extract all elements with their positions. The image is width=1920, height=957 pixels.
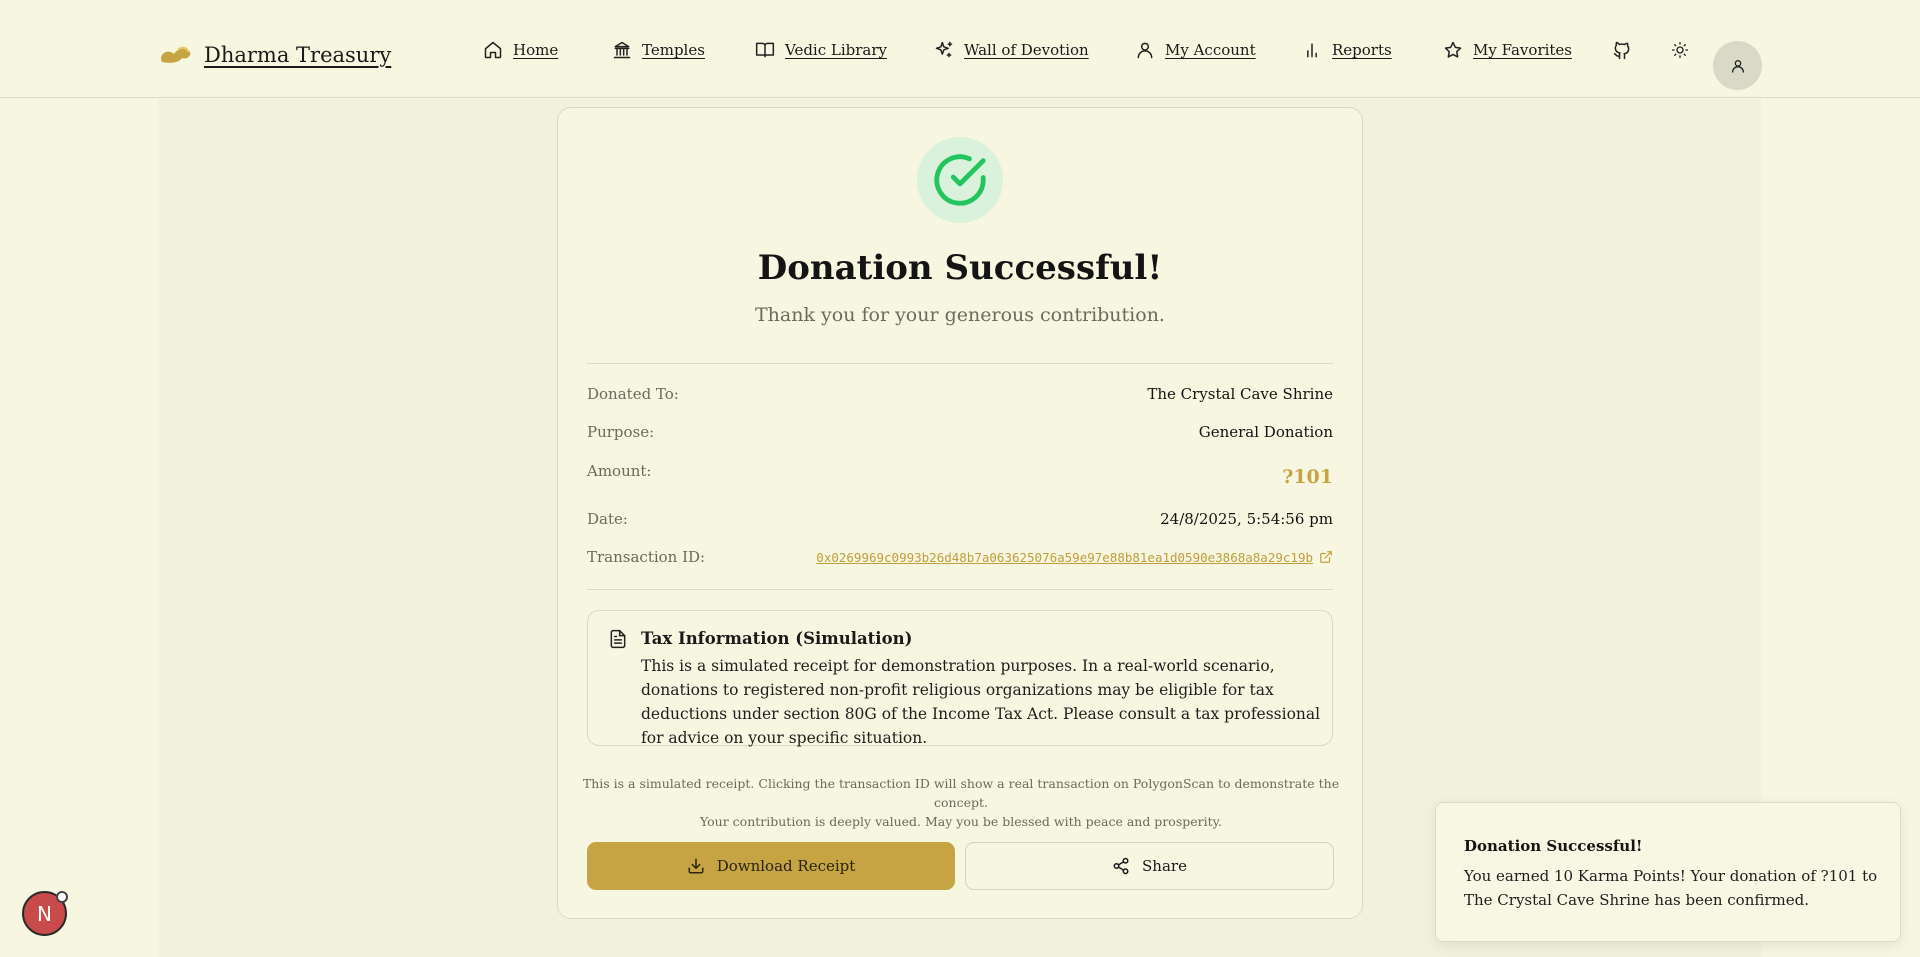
nav-item-my-favorites[interactable]: My Favorites: [1443, 40, 1572, 60]
book-icon: [755, 42, 775, 58]
star-icon: [1444, 41, 1462, 58]
divider: [587, 363, 1333, 364]
nav-label-my-account[interactable]: My Account: [1165, 41, 1256, 59]
amount-row: Amount: ?101: [587, 462, 1333, 488]
dev-badge-letter: N: [37, 901, 52, 926]
page-subtitle: Thank you for your generous contribution…: [755, 304, 1165, 326]
success-badge: [917, 137, 1003, 223]
nav-label-home[interactable]: Home: [513, 41, 558, 59]
dev-badge-indicator: [56, 891, 68, 903]
github-button[interactable]: [1610, 38, 1634, 62]
download-icon: [688, 858, 704, 874]
brand-logo-icon: [161, 46, 191, 63]
transaction-id-value[interactable]: 0x0269969c0993b26d48b7a063625076a59e97e8…: [816, 550, 1313, 565]
amount-value: ?101: [1282, 466, 1333, 488]
nav-item-temples[interactable]: Temples: [612, 40, 705, 60]
user-avatar-button[interactable]: [1713, 41, 1762, 90]
brand-name[interactable]: Dharma Treasury: [204, 43, 391, 67]
donated-to-row: Donated To: The Crystal Cave Shrine: [587, 385, 1333, 403]
nav-item-vedic-library[interactable]: Vedic Library: [755, 40, 887, 60]
date-row: Date: 24/8/2025, 5:54:56 pm: [587, 510, 1333, 528]
user-icon: [1137, 42, 1153, 59]
sun-icon: [1671, 41, 1689, 59]
receipt-footnote: This is a simulated receipt. Clicking th…: [578, 774, 1344, 831]
nav-item-my-account[interactable]: My Account: [1135, 40, 1256, 60]
donated-to-label: Donated To:: [587, 385, 679, 403]
purpose-label: Purpose:: [587, 423, 655, 441]
nav-item-home[interactable]: Home: [483, 40, 558, 60]
purpose-value: General Donation: [1198, 423, 1333, 441]
download-receipt-button[interactable]: Download Receipt: [587, 842, 955, 890]
footnote-line-2: Your contribution is deeply valued. May …: [699, 814, 1222, 829]
nav-label-temples[interactable]: Temples: [642, 41, 705, 59]
nav-label-vedic-library[interactable]: Vedic Library: [785, 41, 887, 59]
sparkles-icon: [935, 41, 953, 58]
purpose-row: Purpose: General Donation: [587, 423, 1333, 441]
tax-info-title: Tax Information (Simulation): [641, 629, 913, 648]
receipt-card: Donation Successful! Thank you for your …: [557, 107, 1363, 919]
nav-label-my-favorites[interactable]: My Favorites: [1473, 41, 1572, 59]
share-label[interactable]: Share: [1142, 857, 1187, 875]
document-icon: [610, 629, 626, 649]
share-button[interactable]: Share: [965, 842, 1334, 890]
toast-notification[interactable]: Donation Successful! You earned 10 Karma…: [1435, 802, 1901, 942]
date-value: 24/8/2025, 5:54:56 pm: [1160, 510, 1333, 528]
user-avatar-icon: [1731, 59, 1744, 73]
tax-info-box: Tax Information (Simulation) This is a s…: [587, 610, 1333, 747]
bar-chart-icon: [1307, 43, 1317, 58]
nav-label-wall-of-devotion[interactable]: Wall of Devotion: [964, 41, 1089, 59]
top-navbar: Dharma Treasury Home Temples Vedic Libra…: [0, 0, 1920, 98]
transaction-id-row: Transaction ID: 0x0269969c0993b26d48b7a0…: [587, 548, 1333, 566]
nav-item-wall-of-devotion[interactable]: Wall of Devotion: [934, 40, 1089, 60]
brand[interactable]: Dharma Treasury: [156, 40, 391, 70]
toast-title: Donation Successful!: [1464, 837, 1643, 855]
check-circle-icon: [934, 154, 986, 206]
github-icon: [1613, 41, 1630, 60]
transaction-id-link[interactable]: 0x0269969c0993b26d48b7a063625076a59e97e8…: [816, 550, 1333, 565]
download-receipt-label[interactable]: Download Receipt: [717, 857, 856, 875]
transaction-id-label: Transaction ID:: [587, 548, 706, 566]
footnote-line-1: This is a simulated receipt. Clicking th…: [582, 776, 1340, 810]
external-link-icon: [1320, 551, 1332, 563]
nav-label-reports[interactable]: Reports: [1332, 41, 1392, 59]
divider: [587, 589, 1333, 590]
theme-toggle-button[interactable]: [1668, 38, 1692, 62]
toast-body: You earned 10 Karma Points! Your donatio…: [1464, 867, 1878, 909]
share-icon: [1113, 857, 1129, 875]
tax-info-body: This is a simulated receipt for demonstr…: [641, 657, 1321, 747]
date-label: Date:: [587, 510, 628, 528]
donated-to-value: The Crystal Cave Shrine: [1147, 385, 1333, 403]
page-title: Donation Successful!: [757, 248, 1163, 288]
temple-icon: [613, 41, 631, 59]
nav-item-reports[interactable]: Reports: [1302, 40, 1392, 60]
amount-label: Amount:: [587, 462, 652, 480]
home-icon: [484, 41, 502, 59]
